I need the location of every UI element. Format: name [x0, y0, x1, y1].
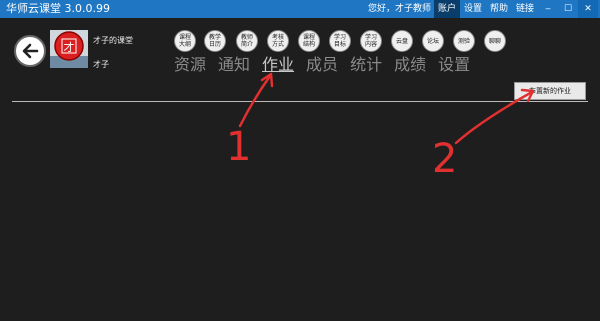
annotation-arrow-1: [238, 72, 274, 128]
svg-text:才: 才: [64, 40, 75, 54]
learning-content-icon[interactable]: 学习 内容: [360, 30, 382, 52]
app-title: 华师云课堂 3.0.0.99: [6, 2, 110, 15]
course-tabs: 资源 通知 作业 成员 统计 成绩 设置: [174, 54, 470, 76]
arrow-left-icon: [22, 43, 39, 59]
forum-icon[interactable]: 论坛: [422, 30, 444, 52]
back-button[interactable]: [14, 35, 46, 67]
assessment-method-icon[interactable]: 考核 方式: [267, 30, 289, 52]
content-divider: [12, 101, 588, 102]
tab-members[interactable]: 成员: [306, 54, 338, 76]
course-structure-icon[interactable]: 课程 结构: [298, 30, 320, 52]
annotation-number-2: 2: [432, 136, 457, 182]
close-button[interactable]: ✕: [578, 0, 598, 18]
chat-icon[interactable]: 聊聊: [484, 30, 506, 52]
tab-resources[interactable]: 资源: [174, 54, 206, 76]
tab-settings[interactable]: 设置: [438, 54, 470, 76]
tab-grades[interactable]: 成绩: [394, 54, 426, 76]
tab-statistics[interactable]: 统计: [350, 54, 382, 76]
course-name: 才子的课堂: [93, 36, 133, 45]
minimize-button[interactable]: ‒: [538, 0, 558, 18]
menu-settings[interactable]: 设置: [460, 0, 486, 18]
menu-links[interactable]: 链接: [512, 0, 538, 18]
window-controls: ‒ ☐ ✕: [538, 0, 598, 18]
tab-notices[interactable]: 通知: [218, 54, 250, 76]
menu-account[interactable]: 账户: [434, 0, 461, 18]
teacher-intro-icon[interactable]: 教师 简介: [236, 30, 258, 52]
cloud-drive-icon[interactable]: 云盘: [391, 30, 413, 52]
teaching-calendar-icon[interactable]: 教学 日历: [204, 30, 226, 52]
maximize-button[interactable]: ☐: [558, 0, 578, 18]
user-greeting: 您好，才子教师: [368, 4, 432, 14]
course-logo: 才: [50, 30, 88, 68]
teacher-name: 才子: [93, 60, 109, 69]
tab-homework[interactable]: 作业: [262, 54, 294, 76]
annotation-number-1: 1: [226, 124, 251, 170]
syllabus-icon[interactable]: 课程 大纲: [174, 30, 196, 52]
learning-goals-icon[interactable]: 学习 目标: [329, 30, 351, 52]
new-homework-button[interactable]: 布置新的作业: [514, 82, 586, 100]
top-menu: 账户 设置 帮助 链接: [434, 0, 538, 18]
title-bar: 华师云课堂 3.0.0.99 您好，才子教师 账户 设置 帮助 链接 ‒ ☐ ✕: [0, 0, 600, 18]
menu-help[interactable]: 帮助: [486, 0, 512, 18]
quiz-icon[interactable]: 测验: [453, 30, 475, 52]
